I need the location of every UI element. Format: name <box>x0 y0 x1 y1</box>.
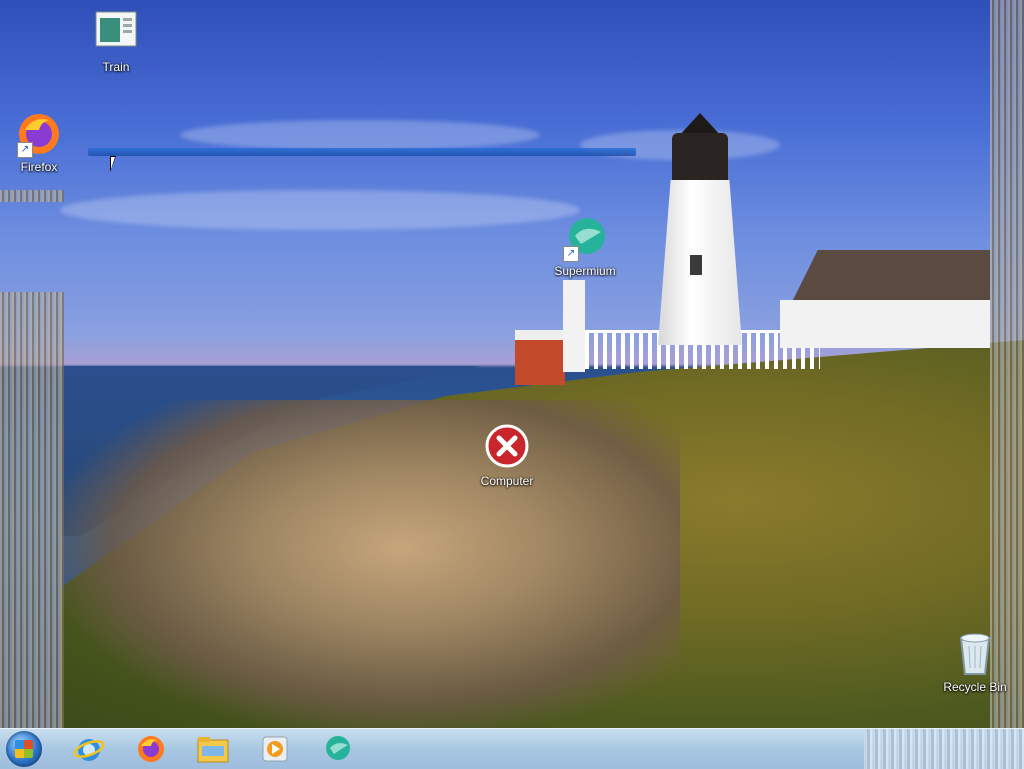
house-roof <box>790 250 990 305</box>
document-icon <box>92 10 140 58</box>
supermium-icon <box>326 736 350 760</box>
firefox-icon <box>138 736 164 762</box>
desktop-icon-train[interactable]: Train <box>79 10 153 74</box>
media-player-icon <box>262 736 288 762</box>
supermium-icon: ↗ <box>561 214 609 262</box>
firefox-icon: ↗ <box>15 110 63 158</box>
cloud <box>60 190 580 230</box>
taskbar-file-explorer[interactable] <box>186 732 240 766</box>
taskbar <box>0 728 1024 769</box>
small-tower <box>563 280 585 372</box>
shortcut-arrow-icon: ↗ <box>17 142 33 158</box>
recycle-bin-icon <box>951 630 999 678</box>
render-glitch-strip <box>0 190 64 202</box>
shed <box>515 330 565 385</box>
internet-explorer-icon <box>73 739 105 761</box>
error-icon <box>483 424 531 472</box>
house <box>780 300 990 348</box>
desktop-wallpaper[interactable] <box>0 0 1024 728</box>
lighthouse <box>650 105 750 345</box>
start-button[interactable] <box>6 731 42 767</box>
render-glitch-right <box>990 0 1024 728</box>
icon-label: Supermium <box>554 264 616 278</box>
icon-label: Recycle Bin <box>943 680 1007 694</box>
icon-label: Firefox <box>20 160 58 174</box>
windows-orb-icon <box>15 740 33 758</box>
taskbar-internet-explorer[interactable] <box>62 732 116 766</box>
taskbar-media-player[interactable] <box>248 732 302 766</box>
render-glitch-left <box>0 292 64 728</box>
taskbar-firefox[interactable] <box>124 732 178 766</box>
icon-label: Computer <box>480 474 534 488</box>
desktop-icon-recycle-bin[interactable]: Recycle Bin <box>938 630 1012 694</box>
rocks <box>60 400 680 728</box>
desktop-icon-firefox[interactable]: ↗ Firefox <box>2 110 76 174</box>
taskbar-supermium[interactable] <box>310 732 364 766</box>
progress-bar <box>88 148 636 156</box>
system-tray[interactable] <box>864 729 1024 769</box>
icon-label: Train <box>102 60 130 74</box>
mouse-cursor-icon <box>110 156 122 172</box>
cloud <box>180 120 540 150</box>
file-explorer-icon <box>197 737 229 763</box>
desktop-icon-computer[interactable]: Computer <box>470 424 544 488</box>
shortcut-arrow-icon: ↗ <box>563 246 579 262</box>
desktop-icon-supermium[interactable]: ↗ Supermium <box>548 214 622 278</box>
